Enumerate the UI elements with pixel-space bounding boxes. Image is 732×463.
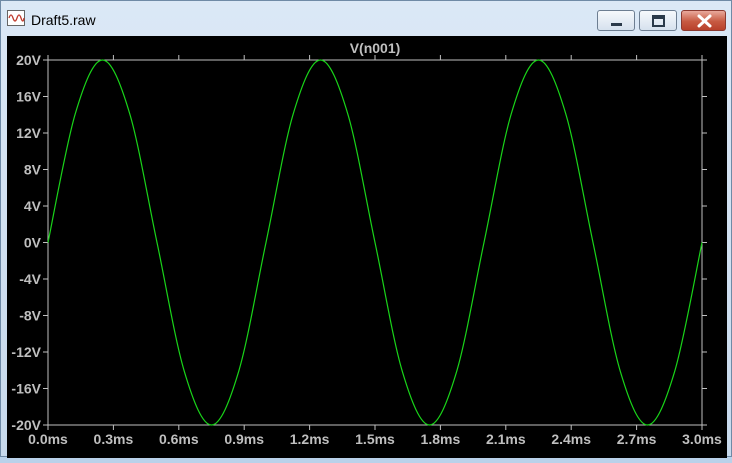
x-tick-label: 2.4ms [551, 431, 591, 447]
y-tick-label: -12V [11, 344, 41, 360]
close-icon [697, 14, 712, 28]
waveform-chart[interactable]: V(n001) 20V16V12V8V4V0V-4V-8V-12V-16V-20… [7, 36, 727, 458]
minimize-icon [611, 23, 622, 26]
maximize-button[interactable] [639, 10, 677, 31]
trace-v-n001[interactable] [47, 59, 703, 426]
close-button[interactable] [681, 10, 726, 31]
y-tick-label: 4V [24, 198, 42, 214]
x-tick-label: 0.0ms [28, 431, 68, 447]
y-tick-label: 12V [16, 125, 42, 141]
x-tick-label: 2.7ms [617, 431, 657, 447]
x-tick-label: 0.6ms [159, 431, 199, 447]
y-tick-label: 16V [16, 89, 42, 105]
x-tick-label: 1.5ms [355, 431, 395, 447]
y-tick-label: 8V [24, 162, 42, 178]
x-tick-label: 1.2ms [290, 431, 330, 447]
y-tick-label: 20V [16, 52, 42, 68]
plot-pane[interactable]: V(n001) 20V 16V 12V 8V 4V 0V -4V -8V -12V -16V -20… [7, 36, 727, 458]
minimize-button[interactable] [597, 10, 635, 31]
window-title: Draft5.raw [31, 12, 96, 28]
x-tick-label: 3.0ms [682, 431, 722, 447]
y-tick-label: -4V [19, 271, 41, 287]
x-tick-label: 2.1ms [486, 431, 526, 447]
x-tick-label: 1.8ms [421, 431, 461, 447]
y-tick-label: -16V [11, 381, 41, 397]
waveform-icon [7, 10, 25, 26]
x-tick-label: 0.3ms [94, 431, 134, 447]
title-bar[interactable]: Draft5.raw [1, 1, 731, 35]
y-tick-label: -8V [19, 308, 41, 324]
y-tick-label: 0V [24, 235, 42, 251]
chart-title: V(n001) [350, 40, 401, 56]
waveform-window: Draft5.raw V(n001) 20V 16V 12V 8V 4V 0V -4V -8V… [0, 0, 732, 458]
x-tick-label: 0.9ms [224, 431, 264, 447]
maximize-icon [652, 15, 665, 27]
